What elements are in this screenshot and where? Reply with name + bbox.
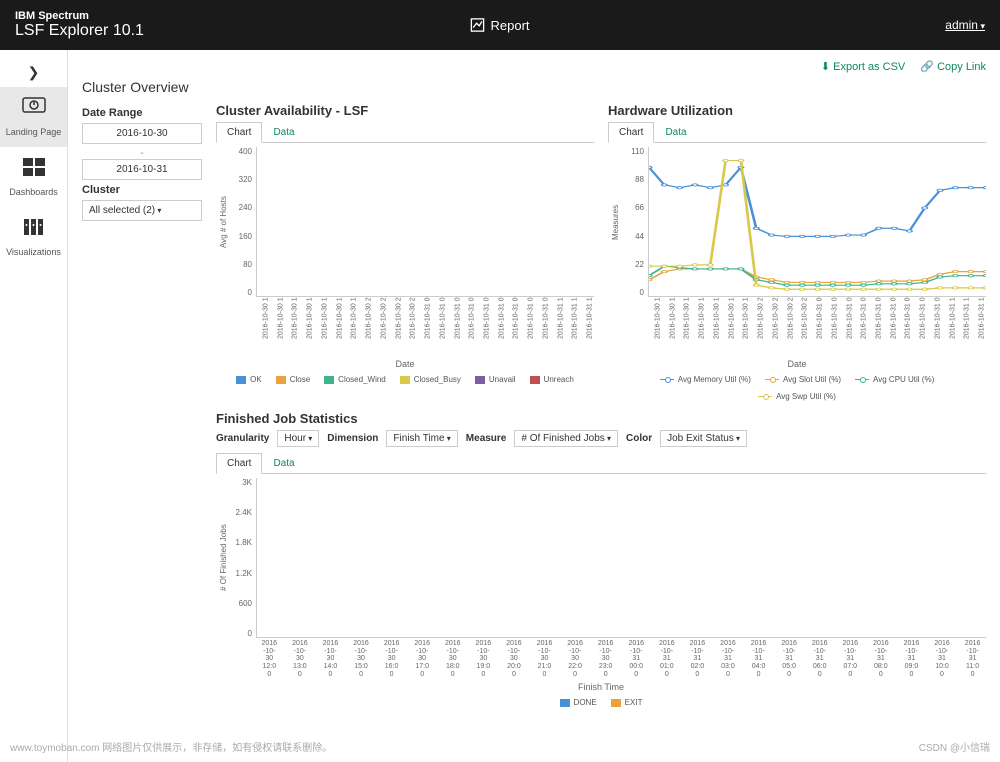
dimension-dropdown[interactable]: Finish Time — [386, 430, 457, 447]
x-axis-label: Finish Time — [216, 682, 986, 692]
page-actions: ⬇ Export as CSV 🔗 Copy Link — [82, 60, 986, 73]
date-from-input[interactable]: 2016-10-30 — [82, 123, 202, 144]
y-axis-label: Measures — [608, 147, 620, 297]
brand: IBM Spectrum — [15, 10, 144, 22]
sidebar: ❯ Landing Page Dashboards Visualizations — [0, 50, 68, 762]
chart-title: Hardware Utilization — [608, 103, 986, 118]
finished-panel: Finished Job Statistics Granularity Hour… — [216, 411, 986, 707]
hardware-legend: Avg Memory Util (%)Avg Slot Util (%)Avg … — [608, 375, 986, 401]
color-label: Color — [626, 433, 652, 444]
y-axis: 110886644220 — [620, 147, 648, 297]
content-area: ⬇ Export as CSV 🔗 Copy Link Cluster Over… — [68, 50, 1000, 762]
granularity-label: Granularity — [216, 433, 269, 444]
granularity-dropdown[interactable]: Hour — [277, 430, 319, 447]
report-icon — [470, 18, 484, 32]
sidebar-item-label: Dashboards — [9, 187, 58, 197]
tab-chart[interactable]: Chart — [216, 122, 262, 143]
x-axis: 2016-10-30 12016-10-30 12016-10-30 12016… — [648, 297, 986, 355]
tab-data[interactable]: Data — [654, 122, 697, 142]
cluster-dropdown[interactable]: All selected (2) — [82, 200, 202, 221]
availability-legend: OKCloseClosed_WindClosed_BusyUnavailUnre… — [216, 375, 594, 384]
measure-dropdown[interactable]: # Of Finished Jobs — [514, 430, 618, 447]
color-dropdown[interactable]: Job Exit Status — [660, 430, 747, 447]
user-menu[interactable]: admin — [945, 18, 985, 32]
x-axis-label: Date — [216, 359, 594, 369]
y-axis-label: # Of Finished Jobs — [216, 478, 228, 638]
cluster-label: Cluster — [82, 184, 202, 196]
app-header: IBM Spectrum LSF Explorer 10.1 Report ad… — [0, 0, 1000, 50]
date-range-separator: - — [82, 148, 202, 159]
dimension-label: Dimension — [327, 433, 378, 444]
chart-title: Cluster Availability - LSF — [216, 103, 594, 118]
finished-legend: DONEEXIT — [216, 698, 986, 707]
export-csv-link[interactable]: ⬇ Export as CSV — [821, 61, 905, 73]
availability-panel: Cluster Availability - LSF Chart Data Av… — [216, 103, 594, 401]
watermark: www.toymoban.com 网络图片仅供展示，非存储，如有侵权请联系删除。 — [10, 739, 332, 754]
hardware-plot — [648, 147, 986, 297]
sidebar-item-label: Visualizations — [6, 247, 61, 257]
landing-icon — [2, 97, 65, 123]
tab-data[interactable]: Data — [262, 122, 305, 142]
y-axis-label: Avg # of Hosts — [216, 147, 228, 297]
visualization-icon — [2, 217, 65, 243]
tab-chart[interactable]: Chart — [608, 122, 654, 143]
tab-data[interactable]: Data — [262, 453, 305, 473]
finished-controls: Granularity Hour Dimension Finish Time M… — [216, 430, 986, 447]
csdn-credit: CSDN @小信瑞 — [919, 739, 990, 754]
page-title: Cluster Overview — [82, 79, 986, 95]
sidebar-item-label: Landing Page — [6, 127, 62, 137]
y-axis: 3K2.4K1.8K1.2K6000 — [228, 478, 256, 638]
availability-plot — [256, 147, 594, 297]
sidebar-item-visualizations[interactable]: Visualizations — [0, 207, 67, 267]
date-to-input[interactable]: 2016-10-31 — [82, 159, 202, 180]
report-tab-label: Report — [490, 18, 529, 33]
x-axis: 2016-10-3012:002016-10-3013:002016-10-30… — [256, 638, 986, 678]
x-axis: 2016-10-30 12016-10-30 12016-10-30 12016… — [256, 297, 594, 355]
report-tab[interactable]: Report — [470, 18, 529, 33]
finished-plot — [256, 478, 986, 638]
sidebar-toggle[interactable]: ❯ — [0, 58, 67, 87]
sidebar-item-landing[interactable]: Landing Page — [0, 87, 67, 147]
chart-title: Finished Job Statistics — [216, 411, 986, 426]
hardware-tabs: Chart Data — [608, 122, 986, 143]
x-axis-label: Date — [608, 359, 986, 369]
tab-chart[interactable]: Chart — [216, 453, 262, 474]
measure-label: Measure — [466, 433, 507, 444]
availability-tabs: Chart Data — [216, 122, 594, 143]
date-range-label: Date Range — [82, 107, 202, 119]
product-name: LSF Explorer 10.1 — [15, 22, 144, 40]
dashboard-icon — [2, 157, 65, 183]
hardware-panel: Hardware Utilization Chart Data Measures… — [608, 103, 986, 401]
y-axis: 400320240160800 — [228, 147, 256, 297]
finished-tabs: Chart Data — [216, 453, 986, 474]
filter-panel: Date Range 2016-10-30 - 2016-10-31 Clust… — [82, 103, 202, 707]
copy-link[interactable]: 🔗 Copy Link — [920, 61, 986, 73]
sidebar-item-dashboards[interactable]: Dashboards — [0, 147, 67, 207]
